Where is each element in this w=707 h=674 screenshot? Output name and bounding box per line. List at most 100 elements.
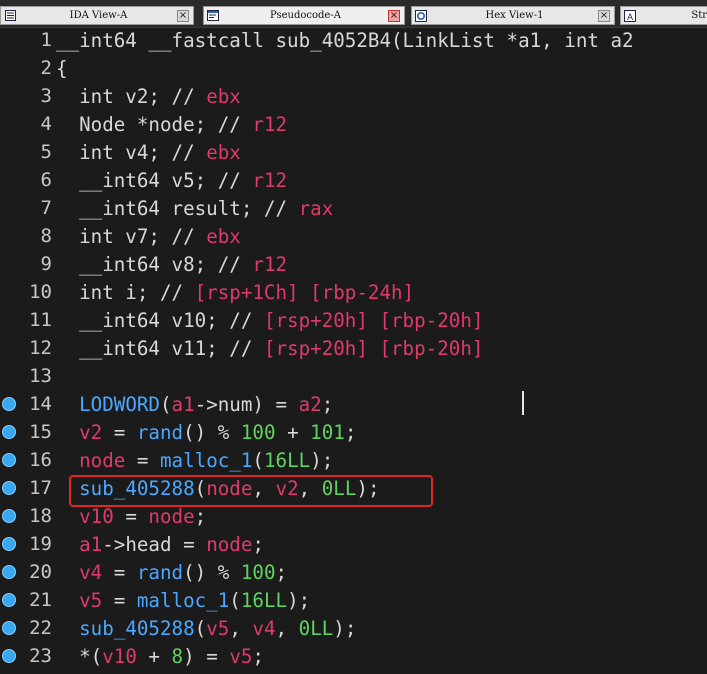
code-token: a2 [298,392,322,416]
code-line[interactable]: 4 Node *node; // r12 [0,110,707,138]
line-number: 15 [29,421,52,443]
code-line[interactable]: 20 v4 = rand() % 100; [0,558,707,586]
code-token: 101 [310,420,345,444]
line-number: 4 [40,113,52,135]
code-token: + [136,644,172,668]
code-token: ; [252,644,264,668]
code-token: + [275,420,311,444]
code-line[interactable]: 9 __int64 v8; // r12 [0,250,707,278]
breakpoint-icon[interactable] [2,537,16,551]
code-token: = [113,504,149,528]
code-line[interactable]: 5 int v4; // ebx [0,138,707,166]
tab-pseudocode[interactable]: Pseudocode-A × [203,6,405,25]
code-token: 100 [240,560,276,584]
close-icon[interactable]: × [388,9,400,22]
breakpoint-icon[interactable] [2,649,16,663]
code-token: v10 [102,644,137,668]
breakpoint-icon[interactable] [2,509,16,523]
code-token: [rsp+20h] [rbp-20h] [263,336,484,360]
breakpoint-icon[interactable] [2,593,16,607]
code-text: { [56,57,68,80]
code-token: = [102,560,137,584]
breakpoint-icon[interactable] [2,425,16,439]
code-token: = [125,448,160,472]
code-text: v2 = rand() % 100 + 101; [56,421,356,444]
code-text: v4 = rand() % 100; [56,561,287,584]
code-token: malloc_1 [159,448,253,472]
line-number: 12 [29,337,52,359]
code-line[interactable]: 19 a1->head = node; [0,530,707,558]
code-token: *( [56,644,103,668]
code-line[interactable]: 15 v2 = rand() % 100 + 101; [0,418,707,446]
code-token: malloc_1 [136,588,230,612]
breakpoint-icon[interactable] [2,453,16,467]
code-line[interactable]: 22 sub_405288(v5, v4, 0LL); [0,614,707,642]
tab-ida-view[interactable]: IDA View-A × [0,6,194,25]
code-token: 0LL [298,616,334,640]
line-number: 18 [29,505,52,527]
code-text: node = malloc_1(16LL); [56,449,333,472]
code-token: r12 [252,168,288,192]
hex-icon [415,9,427,22]
code-line[interactable]: 1 __int64 __fastcall sub_4052B4(LinkList … [0,26,707,54]
breakpoint-icon[interactable] [2,565,16,579]
breakpoint-icon[interactable] [2,621,16,635]
code-token: ; [321,392,334,416]
code-token: rax [298,196,334,220]
close-icon[interactable]: × [598,9,610,22]
code-token: ->num) = [194,392,299,416]
code-line[interactable]: 21 v5 = malloc_1(16LL); [0,586,707,614]
code-token: 16LL [263,448,311,472]
line-number: 2 [40,57,52,79]
code-token: ( [194,616,207,640]
line-number: 14 [29,393,52,415]
tab-label: IDA View-A [69,10,128,21]
line-number: 7 [40,197,52,219]
code-line[interactable]: 8 int v7; // ebx [0,222,707,250]
code-token: v10 [79,504,114,528]
code-token: , [229,616,253,640]
code-line[interactable]: 23 *(v10 + 8) = v5; [0,642,707,670]
code-line[interactable]: 6 __int64 v5; // r12 [0,166,707,194]
code-token: node [79,448,126,472]
code-line[interactable]: 11 __int64 v10; // [rsp+20h] [rbp-20h] [0,306,707,334]
code-token: r12 [252,252,288,276]
tab-hex-view[interactable]: Hex View-1 × [411,6,615,25]
code-token: 8 [171,644,184,668]
breakpoint-icon[interactable] [2,397,16,411]
code-text: int v7; // ebx [56,225,241,248]
code-line[interactable]: 7 __int64 result; // rax [0,194,707,222]
pseudocode-view[interactable]: 1 __int64 __fastcall sub_4052B4(LinkList … [0,28,707,674]
code-token: , [275,616,299,640]
code-line[interactable]: 13 [0,362,707,390]
code-token: [rsp+1Ch] [rbp-24h] [194,280,415,304]
code-token: ) = [183,644,230,668]
code-text: __int64 result; // rax [56,197,333,220]
code-token: ->head = [102,532,207,556]
line-number: 22 [29,617,52,639]
code-token: rand [136,420,184,444]
line-number: 23 [29,645,52,667]
code-token: { [56,56,68,80]
code-line[interactable]: 16 node = malloc_1(16LL); [0,446,707,474]
code-line[interactable]: 10 int i; // [rsp+1Ch] [rbp-24h] [0,278,707,306]
line-number: 20 [29,561,52,583]
code-line[interactable]: 3 int v2; // ebx [0,82,707,110]
line-number: 3 [40,85,52,107]
code-line[interactable]: 12 __int64 v11; // [rsp+20h] [rbp-20h] [0,334,707,362]
code-token: int i; // [56,280,195,304]
tab-strings[interactable]: A Str [620,6,707,25]
code-line[interactable]: 14 LODWORD(a1->num) = a2; [0,390,707,418]
close-icon[interactable]: × [177,9,189,22]
code-line[interactable]: 2{ [0,54,707,82]
svg-text:A: A [627,13,634,22]
code-token: = [102,420,137,444]
code-token: node [206,532,253,556]
code-token: [rsp+20h] [rbp-20h] [263,308,484,332]
tab-bar: IDA View-A × Pseudocode-A × Hex View-1 ×… [0,0,707,28]
breakpoint-icon[interactable] [2,481,16,495]
line-number: 19 [29,533,52,555]
